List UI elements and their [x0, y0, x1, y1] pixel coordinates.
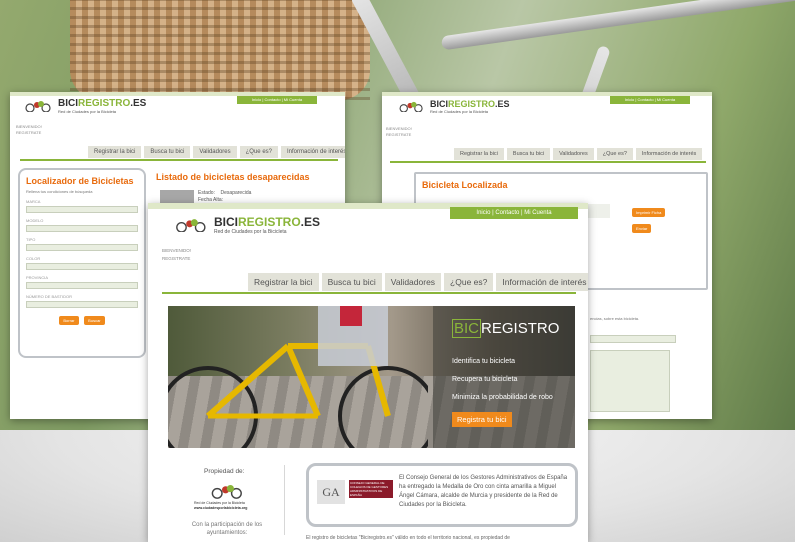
nav-search[interactable]: Busca tu bici [144, 146, 191, 158]
hero-bike-illustration [168, 306, 428, 448]
window-home: Inicio | Contacto | Mi Cuenta BICIREGIST… [148, 203, 588, 542]
message-textarea[interactable] [590, 350, 670, 412]
nav-underline [390, 161, 706, 163]
search-button[interactable]: Buscar [84, 316, 105, 325]
missing-list-title: Listado de bicicletas desaparecidas [156, 172, 310, 182]
owner-logo-icon [211, 485, 242, 499]
nav-validators[interactable]: Validadores [193, 146, 237, 158]
locator-title: Localizador de Bicicletas [26, 176, 134, 186]
footer-text: El registro de bicicletas "Biciregistro.… [306, 535, 510, 541]
color-select[interactable] [26, 263, 138, 270]
locator-subtitle: Rellena tus condiciones de búsqueda [26, 189, 93, 194]
field-label: NÚMERO DE BASTIDOR [26, 294, 73, 299]
hero-banner: BIC REGISTRO Identifica tu bicicleta Recu… [168, 306, 575, 448]
nav-info[interactable]: Información de interés [496, 273, 588, 291]
missing-bike-info: Estado: Desaparecida Fecha Alta: [198, 190, 252, 203]
info-text: encias, sobre esta bicicleta. [590, 316, 640, 321]
news-logo-text: CONSEJO GENERAL DE COLEGIOS DE GESTORES … [349, 480, 393, 498]
owned-by-label: Propiedad de: [204, 468, 245, 475]
nav-validators[interactable]: Validadores [553, 148, 594, 160]
name-input[interactable] [590, 335, 676, 343]
hero-line-recover: Recupera tu bicicleta [452, 376, 518, 383]
nav-what-is[interactable]: ¿Que es? [444, 273, 494, 291]
field-label: COLOR [26, 256, 41, 261]
frame-number-input[interactable] [26, 301, 138, 308]
top-links[interactable]: Inicio | Contacto | Mi Cuenta [450, 207, 578, 219]
nav-info[interactable]: Información de interés [281, 146, 345, 158]
nav-search[interactable]: Busca tu bici [321, 273, 382, 291]
main-nav: Registrar la bici Busca tu bici Validado… [88, 146, 345, 158]
nav-register[interactable]: Registrar la bici [88, 146, 142, 158]
nav-register[interactable]: Registrar la bici [454, 148, 504, 160]
welcome-text: BIENVENIDO! REGISTRATE [16, 124, 42, 135]
field-label: PROVINCIA [26, 275, 49, 280]
bike-logo-icon [25, 101, 51, 112]
nav-underline [20, 159, 338, 161]
bike-basket [70, 0, 370, 100]
site-subtitle: Red de Ciudades por la Bicicleta [214, 229, 287, 235]
nav-underline [162, 292, 576, 294]
bike-frame-bar [440, 0, 795, 51]
province-input[interactable] [26, 282, 138, 289]
site-subtitle: Red de Ciudades por la Bicicleta [430, 109, 489, 114]
owner-name: Red de Ciudades por la Bicicleta [194, 501, 245, 505]
main-nav: Registrar la bici Busca tu bici Validado… [248, 273, 588, 291]
news-text: El Consejo General de los Gestores Admin… [399, 475, 568, 508]
clear-button[interactable]: Borrar [59, 316, 79, 325]
bike-logo-icon [176, 219, 206, 232]
brand-select[interactable] [26, 206, 138, 213]
hero-line-minimize: Minimiza la probabilidad de robo [452, 394, 553, 401]
welcome-text: BIENVENIDO! REGISTRATE [386, 126, 412, 137]
nav-info[interactable]: Información de interés [635, 148, 703, 160]
site-logo[interactable]: BICIREGISTRO.ES Red de Ciudades por la B… [398, 99, 510, 114]
welcome-text: BIENVENIDO! REGISTRATE [162, 248, 192, 261]
field-label: MODELO [26, 218, 44, 223]
located-title: Bicicleta Localizada [422, 180, 508, 190]
nav-search[interactable]: Busca tu bici [506, 148, 551, 160]
nav-what-is[interactable]: ¿Que es? [239, 146, 278, 158]
site-subtitle: Red de Ciudades por la Bicicleta [58, 109, 117, 114]
locator-panel: Localizador de Bicicletas Rellena tus co… [18, 168, 146, 358]
nav-what-is[interactable]: ¿Que es? [596, 148, 633, 160]
top-links[interactable]: Inicio | Contacto | Mi Cuenta [610, 96, 690, 104]
top-links[interactable]: Inicio | Contacto | Mi Cuenta [237, 96, 317, 104]
bike-logo-icon [399, 101, 423, 112]
send-button[interactable]: Enviar [632, 224, 652, 233]
print-button[interactable]: Imprimir Ficha [632, 208, 666, 217]
content-divider [284, 465, 285, 535]
model-input[interactable] [26, 225, 138, 232]
hero-line-identify: Identifica tu bicicleta [452, 358, 516, 365]
owner-url[interactable]: www.ciudadesporlabicicleta.org [194, 506, 247, 510]
news-card[interactable]: GA CONSEJO GENERAL DE COLEGIOS DE GESTOR… [306, 463, 578, 527]
nav-validators[interactable]: Validadores [384, 273, 442, 291]
field-label: MARCA [26, 199, 41, 204]
type-select[interactable] [26, 244, 138, 251]
site-logo[interactable]: BICIREGISTRO.ES Red de Ciudades por la B… [174, 215, 320, 235]
hero-logo: BIC REGISTRO [452, 319, 560, 338]
register-bike-button[interactable]: Registra tu bici [452, 412, 512, 427]
news-logo: GA [317, 480, 345, 504]
main-nav: Registrar la bici Busca tu bici Validado… [454, 148, 703, 160]
participation-text: Con la participación de los ayuntamiento… [191, 522, 263, 536]
site-logo[interactable]: BICIREGISTRO.ES Red de Ciudades por la B… [24, 98, 146, 114]
nav-register[interactable]: Registrar la bici [248, 273, 319, 291]
field-label: TIPO [26, 237, 36, 242]
